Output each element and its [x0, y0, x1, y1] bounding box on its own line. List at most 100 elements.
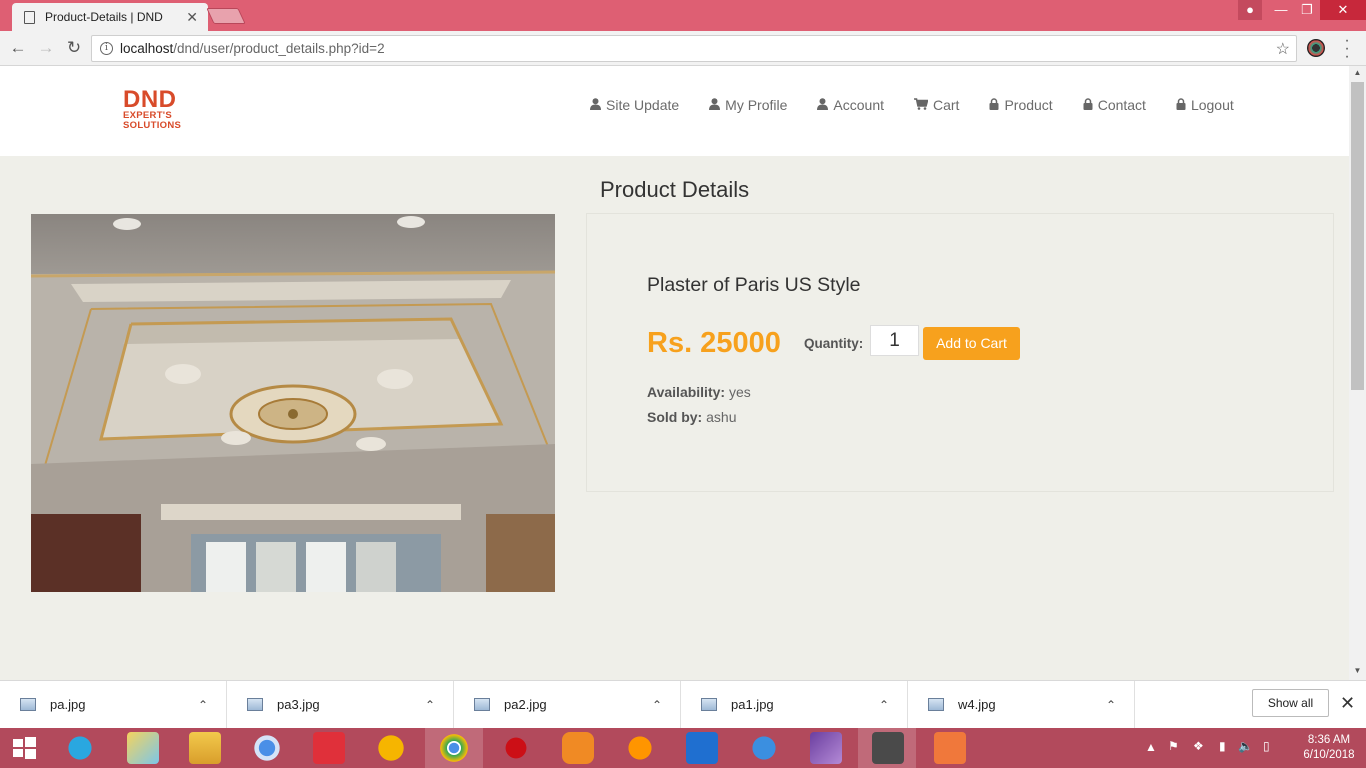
chevron-up-icon[interactable]: ⌃ [652, 698, 662, 712]
info-icon[interactable]: i [100, 42, 113, 55]
download-filename: w4.jpg [958, 697, 996, 712]
main-nav: Site Update My Profile Account Cart Prod… [590, 95, 1264, 115]
network-icon[interactable]: ▯ [1263, 739, 1270, 768]
battery-icon[interactable]: ▮ [1219, 739, 1226, 768]
download-item[interactable]: pa1.jpg ⌃ [681, 681, 908, 728]
nav-label: Account [833, 97, 884, 113]
logo-text-line3: SOLUTIONS [123, 120, 182, 131]
chevron-up-icon[interactable]: ⌃ [198, 698, 208, 712]
clock-time: 8:36 AM [1307, 734, 1351, 746]
nav-cart[interactable]: Cart [914, 95, 959, 115]
download-item[interactable]: pa2.jpg ⌃ [454, 681, 681, 728]
page-scrollbar[interactable]: ▲ ▼ [1349, 66, 1366, 680]
product-price: Rs. 25000 [647, 327, 781, 359]
tray-chevron-icon[interactable]: ▲ [1145, 740, 1157, 768]
download-filename: pa2.jpg [504, 697, 547, 712]
sold-by-label: Sold by: [647, 409, 703, 425]
browser-titlebar: Product-Details | DND ✕ ● — ❐ ✕ [0, 0, 1366, 31]
vivaldi-icon[interactable] [313, 732, 345, 764]
page-viewport: DND EXPERT'S SOLUTIONS Site Update My Pr… [0, 66, 1349, 680]
profile-icon[interactable]: ● [1238, 0, 1262, 20]
scroll-up-arrow-icon[interactable]: ▲ [1349, 68, 1366, 77]
taskbar: ▲ ⚑ ❖ ▮ 🔈 ▯ 8:36 AM 6/10/2018 [0, 728, 1366, 768]
product-detail-panel: Plaster of Paris US Style Rs. 25000 Quan… [586, 213, 1334, 492]
system-clock[interactable]: 8:36 AM 6/10/2018 [1296, 733, 1362, 763]
nav-account[interactable]: Account [817, 95, 884, 115]
download-filename: pa.jpg [50, 697, 86, 712]
page-title: Product Details [600, 177, 750, 202]
reload-icon[interactable]: ↻ [64, 38, 84, 58]
xampp-icon[interactable] [934, 732, 966, 764]
user-icon [590, 97, 601, 113]
download-filename: pa3.jpg [277, 697, 320, 712]
nav-product[interactable]: Product [989, 95, 1053, 115]
chevron-up-icon[interactable]: ⌃ [879, 698, 889, 712]
tab-title: Product-Details | DND [45, 10, 163, 24]
nav-contact[interactable]: Contact [1083, 95, 1146, 115]
image-file-icon [247, 698, 263, 711]
browser-tab[interactable]: Product-Details | DND ✕ [12, 3, 208, 31]
extension-icon[interactable] [1307, 39, 1325, 57]
internet-explorer-icon[interactable] [64, 732, 96, 764]
scroll-down-arrow-icon[interactable]: ▼ [1349, 666, 1366, 675]
safari-icon[interactable] [748, 732, 780, 764]
close-window-button[interactable]: ✕ [1320, 0, 1366, 20]
nav-my-profile[interactable]: My Profile [709, 95, 787, 115]
page-icon [24, 10, 35, 24]
chrome-dev-icon[interactable] [375, 732, 407, 764]
nav-label: Cart [933, 97, 960, 113]
address-bar[interactable]: i localhost/dnd/user/product_details.php… [91, 35, 1297, 62]
image-file-icon [701, 698, 717, 711]
nav-label: Contact [1097, 97, 1146, 113]
chevron-up-icon[interactable]: ⌃ [425, 698, 435, 712]
visual-studio-icon[interactable] [810, 732, 842, 764]
lock-icon [1176, 97, 1186, 113]
download-item[interactable]: pa.jpg ⌃ [0, 681, 227, 728]
show-all-button[interactable]: Show all [1252, 689, 1329, 717]
chrome-canary-icon[interactable] [251, 732, 283, 764]
downloads-shelf: pa.jpg ⌃ pa3.jpg ⌃ pa2.jpg ⌃ pa1.jpg ⌃ w… [0, 680, 1366, 728]
lock-icon [989, 97, 999, 113]
close-icon[interactable]: ✕ [1340, 693, 1355, 714]
firefox-icon[interactable] [624, 732, 656, 764]
download-item[interactable]: pa3.jpg ⌃ [227, 681, 454, 728]
url-text[interactable]: localhost/dnd/user/product_details.php?i… [120, 41, 1276, 56]
flag-icon[interactable]: ⚑ [1168, 739, 1179, 768]
product-image [31, 214, 555, 592]
image-file-icon [928, 698, 944, 711]
add-to-cart-button[interactable]: Add to Cart [923, 327, 1020, 360]
photos-icon[interactable] [127, 732, 159, 764]
opera-icon[interactable] [500, 732, 532, 764]
maxthon-icon[interactable] [686, 732, 718, 764]
back-arrow-icon[interactable]: ← [8, 38, 28, 58]
volume-icon[interactable]: 🔈 [1238, 739, 1253, 768]
nav-logout[interactable]: Logout [1176, 95, 1234, 115]
sold-by: Sold by: ashu [647, 409, 736, 425]
nav-site-update[interactable]: Site Update [590, 95, 679, 115]
menu-dots-icon[interactable]: · · · [1342, 33, 1352, 65]
file-explorer-icon[interactable] [189, 732, 221, 764]
quantity-input[interactable]: 1 [870, 325, 919, 356]
dropbox-icon[interactable]: ❖ [1193, 739, 1204, 768]
nav-label: Site Update [606, 97, 680, 113]
chrome-icon[interactable] [438, 732, 470, 764]
cart-icon [914, 97, 929, 113]
image-file-icon [474, 698, 490, 711]
chevron-up-icon[interactable]: ⌃ [1106, 698, 1116, 712]
tab-close-icon[interactable]: ✕ [186, 9, 198, 26]
uc-browser-icon[interactable] [562, 732, 594, 764]
restore-button[interactable]: ❐ [1294, 0, 1320, 20]
sold-by-value: ashu [702, 409, 737, 425]
site-logo[interactable]: DND EXPERT'S SOLUTIONS [123, 88, 205, 133]
new-tab-button[interactable] [206, 8, 246, 24]
minimize-button[interactable]: — [1268, 0, 1294, 20]
scrollbar-thumb[interactable] [1351, 82, 1364, 390]
sublime-text-icon[interactable] [872, 732, 904, 764]
download-item[interactable]: w4.jpg ⌃ [908, 681, 1135, 728]
bookmark-star-icon[interactable]: ☆ [1276, 39, 1290, 59]
forward-arrow-icon[interactable]: → [36, 38, 56, 58]
image-file-icon [20, 698, 36, 711]
user-icon [817, 97, 829, 113]
windows-start-icon[interactable] [8, 732, 40, 764]
url-path: /dnd/user/product_details.php?id=2 [173, 41, 385, 56]
